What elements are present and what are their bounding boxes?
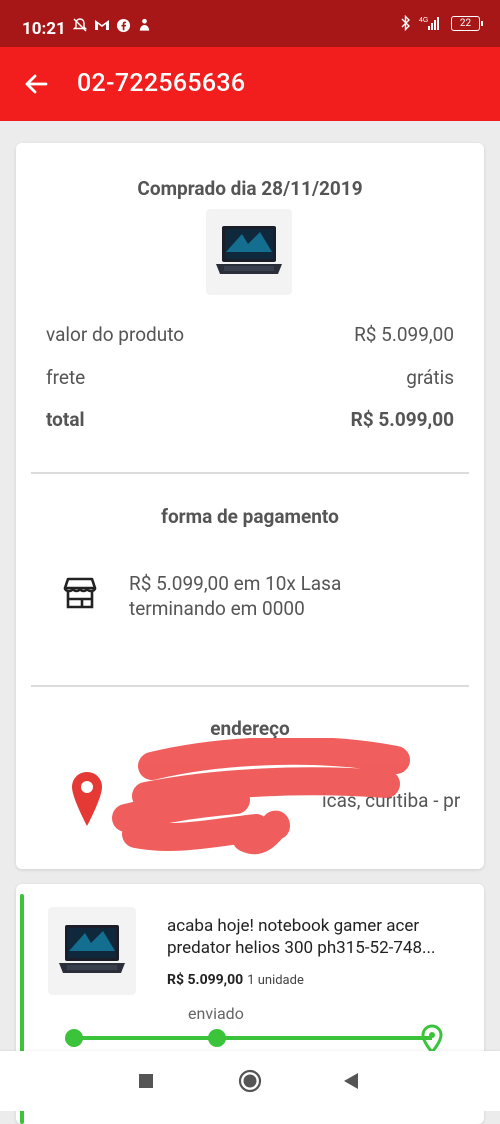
location-pin-icon xyxy=(72,772,102,826)
payment-line-2: terminando em 0000 xyxy=(129,597,305,620)
facebook-icon xyxy=(116,18,131,32)
bluetooth-icon xyxy=(401,15,410,31)
recents-square-icon[interactable] xyxy=(138,1073,154,1089)
notification-icons xyxy=(72,17,152,33)
shipping-row: frete grátis xyxy=(46,366,454,389)
battery-level: 22 xyxy=(459,17,472,29)
product-value-row: valor do produto R$ 5.099,00 xyxy=(46,323,454,346)
divider xyxy=(31,472,469,474)
product-value-label: valor do produto xyxy=(46,323,185,346)
laptop-icon xyxy=(59,925,125,973)
shipping-status-label: enviado xyxy=(188,1004,244,1023)
app-notification-icon xyxy=(139,18,150,31)
total-row: total R$ 5.099,00 xyxy=(46,408,454,431)
muted-bell-icon xyxy=(72,18,88,32)
tracking-progress-line xyxy=(74,1036,432,1040)
gmail-icon xyxy=(95,20,109,30)
svg-text:4G: 4G xyxy=(419,17,428,24)
laptop-icon xyxy=(216,226,282,274)
item-title[interactable]: acaba hoje! notebook gamer acer predator… xyxy=(167,915,467,959)
tracking-step-shipped xyxy=(208,1029,226,1047)
status-time: 10:21 xyxy=(22,19,66,39)
store-icon xyxy=(63,577,97,609)
tracking-step-ordered xyxy=(65,1029,83,1047)
app-bar: 02-722565636 xyxy=(0,47,500,121)
item-image[interactable] xyxy=(48,907,136,995)
total-label: total xyxy=(46,408,85,431)
battery-icon: 22 xyxy=(451,15,483,31)
shipping-label: frete xyxy=(46,366,86,389)
redaction-scribble xyxy=(112,738,410,854)
payment-title: forma de pagamento xyxy=(161,505,339,528)
order-number-title: 02-722565636 xyxy=(77,69,246,98)
system-navigation-bar xyxy=(0,1051,500,1111)
address-title: endereço xyxy=(210,717,290,740)
status-bar: 10:21 4G 22 xyxy=(0,0,500,47)
divider xyxy=(31,685,469,687)
back-triangle-icon[interactable] xyxy=(343,1072,359,1090)
delivery-pin-icon xyxy=(421,1024,443,1054)
system-icons: 4G 22 xyxy=(400,15,483,31)
back-arrow-icon[interactable] xyxy=(22,70,50,98)
total-value: R$ 5.099,00 xyxy=(350,408,454,431)
shipping-value: grátis xyxy=(406,366,454,389)
order-details-card: Comprado dia 28/11/2019 valor do produto… xyxy=(16,143,484,869)
product-value: R$ 5.099,00 xyxy=(354,323,454,346)
product-image[interactable] xyxy=(206,209,292,295)
item-price: R$ 5.099,00 xyxy=(167,972,244,988)
purchase-date: Comprado dia 28/11/2019 xyxy=(137,177,363,200)
signal-icon: 4G xyxy=(419,17,439,30)
payment-line-1: R$ 5.099,00 em 10x Lasa xyxy=(129,572,342,595)
home-circle-icon[interactable] xyxy=(238,1069,262,1093)
payment-details: R$ 5.099,00 em 10x Lasa terminando em 00… xyxy=(129,571,341,621)
item-quantity: 1 unidade xyxy=(247,973,304,988)
item-price-line: R$ 5.099,00 1 unidade xyxy=(167,972,304,988)
